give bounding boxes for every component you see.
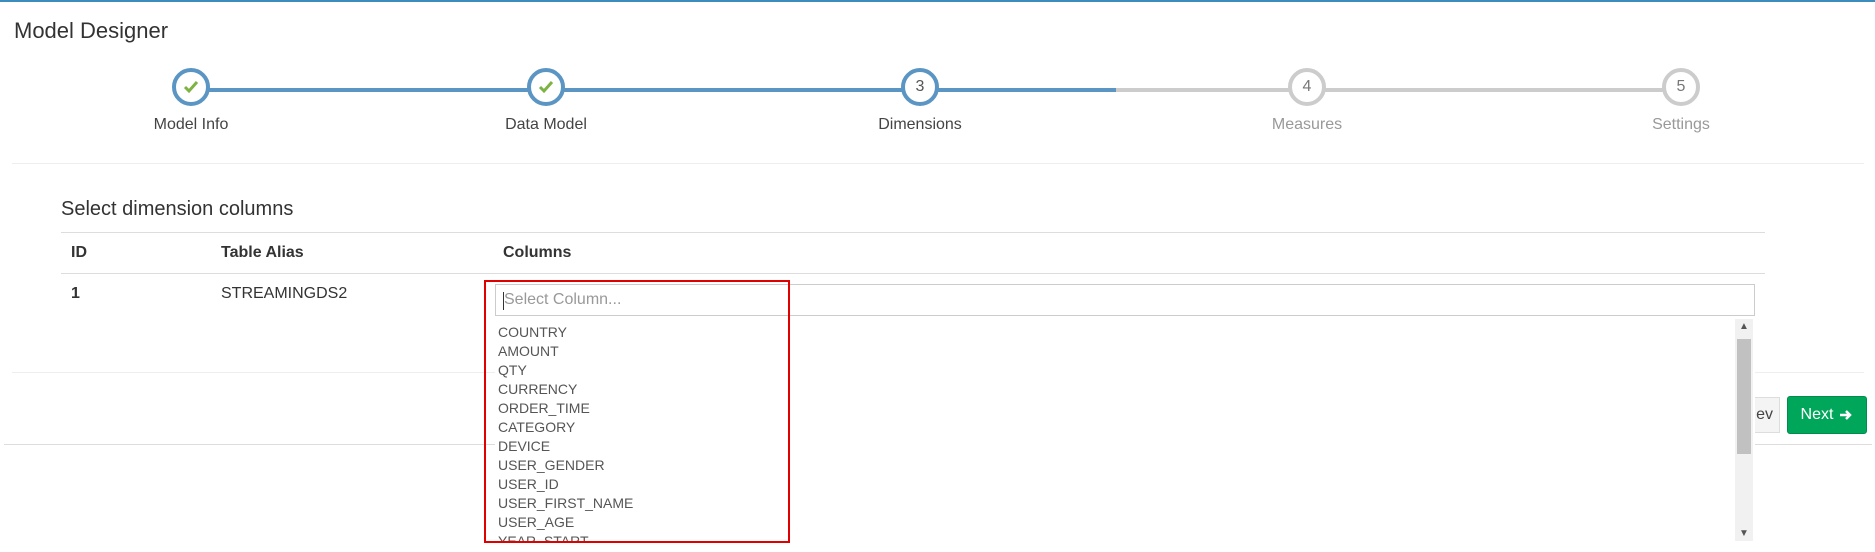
row-id: 1 <box>71 285 80 302</box>
column-header-id: ID <box>61 232 211 274</box>
scroll-up-icon[interactable]: ▲ <box>1739 321 1749 332</box>
row-table-alias: STREAMINGDS2 <box>221 285 348 302</box>
step-label: Settings <box>1652 116 1710 133</box>
section-title: Select dimension columns <box>61 198 294 220</box>
prev-button-label: ev <box>1756 406 1773 423</box>
table-header-row: ID Table Alias Columns <box>61 232 1765 274</box>
check-icon <box>538 81 554 94</box>
column-option[interactable]: USER_FIRST_NAME <box>495 494 633 513</box>
column-option[interactable]: ORDER_TIME <box>495 399 633 418</box>
panel-top-border <box>0 0 1875 8</box>
step-circle: 3 <box>901 68 939 106</box>
step-label: Measures <box>1271 116 1343 133</box>
column-option-list: COUNTRY AMOUNT QTY CURRENCY ORDER_TIME C… <box>495 323 633 542</box>
column-option[interactable]: COUNTRY <box>495 323 633 342</box>
column-header-columns: Columns <box>493 232 1765 274</box>
step-circle <box>172 68 210 106</box>
column-option[interactable]: AMOUNT <box>495 342 633 361</box>
step-circle <box>527 68 565 106</box>
column-option[interactable]: USER_GENDER <box>495 456 633 475</box>
divider <box>12 163 1864 164</box>
column-option[interactable]: QTY <box>495 361 633 380</box>
column-header-table-alias: Table Alias <box>211 232 493 274</box>
step-number: 5 <box>1676 78 1686 95</box>
column-search-placeholder: Select Column... <box>504 291 622 308</box>
column-dropdown[interactable]: COUNTRY AMOUNT QTY CURRENCY ORDER_TIME C… <box>495 317 1755 542</box>
wizard-step-model-info[interactable]: Model Info <box>91 68 291 134</box>
wizard-step-measures[interactable]: 4 Measures <box>1207 68 1407 134</box>
column-option[interactable]: USER_AGE <box>495 513 633 532</box>
step-label: Dimensions <box>878 116 962 133</box>
column-option[interactable]: DEVICE <box>495 437 633 456</box>
next-button-label: Next <box>1800 406 1834 423</box>
scrollbar-thumb[interactable] <box>1737 339 1751 454</box>
wizard-step-data-model[interactable]: Data Model <box>446 68 646 134</box>
step-circle: 4 <box>1288 68 1326 106</box>
dropdown-scrollbar[interactable]: ▲ ▼ <box>1735 319 1753 541</box>
step-number: 4 <box>1302 78 1312 95</box>
column-option[interactable]: CURRENCY <box>495 380 633 399</box>
step-number: 3 <box>915 78 925 95</box>
wizard-step-settings[interactable]: 5 Settings <box>1581 68 1781 134</box>
panel-title: Model Designer <box>14 18 169 43</box>
next-button[interactable]: Next <box>1787 396 1867 434</box>
column-option[interactable]: CATEGORY <box>495 418 633 437</box>
check-icon <box>183 81 199 94</box>
step-label: Data Model <box>505 116 587 133</box>
scroll-down-icon[interactable]: ▼ <box>1739 528 1749 539</box>
arrow-right-icon <box>1840 410 1853 420</box>
column-search-input[interactable]: Select Column... <box>495 284 1755 316</box>
column-option[interactable]: YEAR_START <box>495 532 633 542</box>
column-option[interactable]: USER_ID <box>495 475 633 494</box>
step-circle: 5 <box>1662 68 1700 106</box>
step-label: Model Info <box>153 116 229 133</box>
wizard-step-dimensions[interactable]: 3 Dimensions <box>820 68 1020 134</box>
